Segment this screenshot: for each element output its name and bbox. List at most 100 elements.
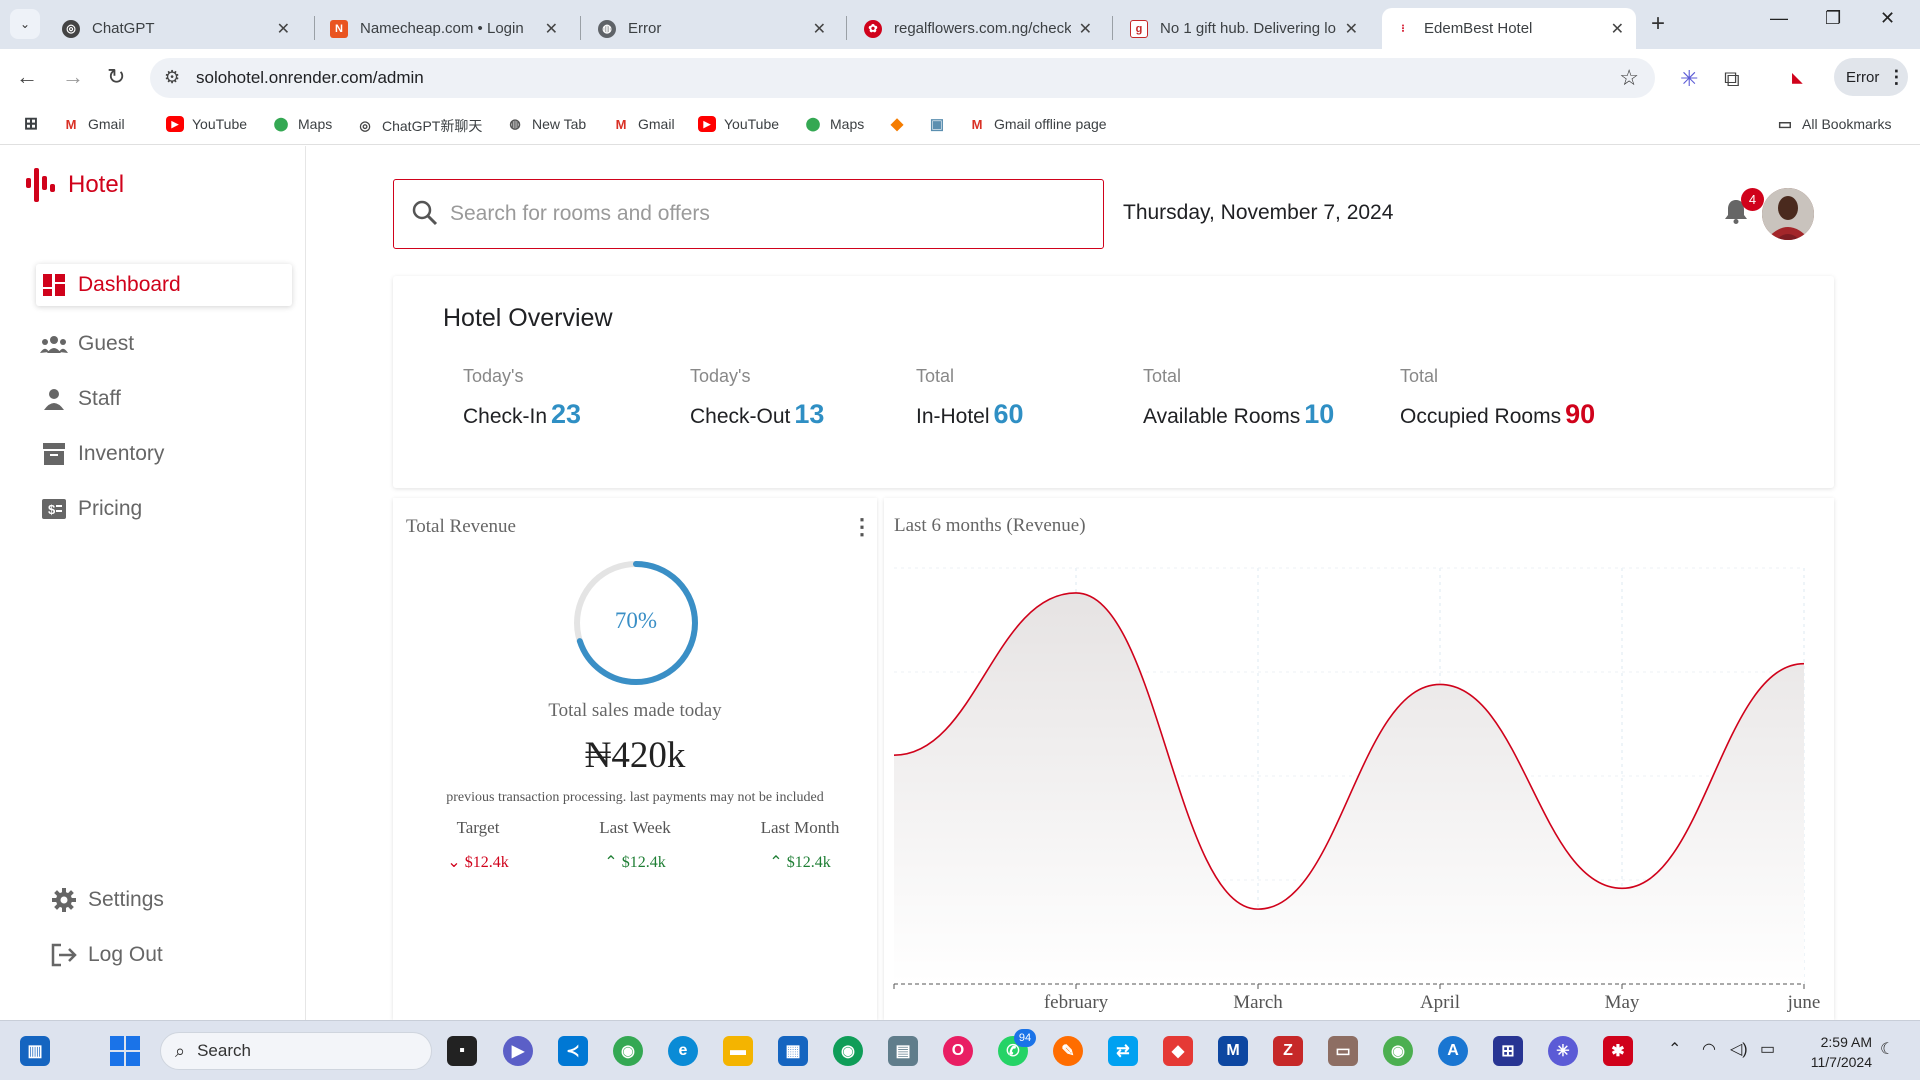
app-icon[interactable]: ▤	[888, 1036, 918, 1066]
edge-icon[interactable]: e	[668, 1036, 698, 1066]
tab-edembest-hotel[interactable]: ⁝ EdemBest Hotel ✕	[1382, 8, 1636, 49]
search-input[interactable]	[450, 196, 1070, 232]
url-text[interactable]: solohotel.onrender.com/admin	[196, 68, 424, 88]
anydesk-icon[interactable]: ◆	[1163, 1036, 1193, 1066]
widgets-icon[interactable]: ▥	[20, 1036, 50, 1066]
new-tab-icon[interactable]: +	[1651, 10, 1665, 38]
bookmark-youtube-2[interactable]: ▶ YouTube	[698, 116, 779, 132]
bookmark-chatgpt[interactable]: ◎ ChatGPT新聊天	[356, 116, 482, 136]
bookmark-gmail-offline[interactable]: M Gmail offline page	[968, 116, 1107, 132]
stat-check-in: Today's Check-In 23	[463, 366, 581, 430]
avatar[interactable]	[1762, 188, 1814, 240]
tray-chevron-up-icon[interactable]: ⌃	[1668, 1039, 1681, 1059]
tab-divider	[580, 16, 581, 40]
remote-desktop-icon[interactable]: ▭	[1328, 1036, 1358, 1066]
kpi-last-week: Last Week ⌃ $12.4k	[570, 818, 700, 872]
vscode-icon[interactable]: ≺	[558, 1036, 588, 1066]
bookmark-gmail[interactable]: M Gmail	[62, 116, 125, 132]
bookmark-maps-2[interactable]: ⬤ Maps	[804, 116, 865, 132]
sales-amount: ₦420k	[584, 735, 686, 776]
tab-namecheap[interactable]: N Namecheap.com • Login ✕	[318, 8, 570, 49]
notifications-icon[interactable]: ☾	[1880, 1039, 1894, 1059]
restore-icon[interactable]: ❐	[1825, 8, 1841, 29]
filezilla-icon[interactable]: Z	[1273, 1036, 1303, 1066]
tab-search-button[interactable]: ⌄	[10, 9, 40, 39]
close-icon[interactable]: ✕	[1611, 19, 1624, 39]
store-icon[interactable]: ▦	[778, 1036, 808, 1066]
app-logo[interactable]: Hotel	[26, 168, 124, 202]
back-arrow-icon[interactable]: ←	[16, 64, 38, 90]
bookmark-image[interactable]: ▣	[928, 116, 954, 133]
search-icon: ⌕	[175, 1040, 186, 1061]
opera-icon[interactable]: O	[943, 1036, 973, 1066]
bookmark-youtube[interactable]: ▶ YouTube	[166, 116, 247, 132]
network-app-icon[interactable]: ⊞	[1493, 1036, 1523, 1066]
nav-guest[interactable]: Guest	[36, 323, 292, 365]
hotel-icon: ⁝	[1394, 19, 1412, 38]
battery-icon[interactable]: ▭	[1760, 1039, 1775, 1059]
close-icon[interactable]: ✕	[813, 19, 826, 39]
regalflowers-icon: ✿	[864, 19, 882, 38]
close-icon[interactable]: ✕	[545, 19, 558, 39]
nav-pricing[interactable]: $ Pricing	[36, 488, 292, 530]
tab-gifthub[interactable]: g No 1 gift hub. Delivering lo ✕	[1118, 8, 1370, 49]
bookmark-star-icon[interactable]: ☆	[1619, 65, 1639, 91]
gmail-icon: M	[65, 116, 77, 132]
logo-icon	[26, 168, 56, 202]
site-settings-icon[interactable]: ⚙	[164, 67, 180, 88]
window-close-icon[interactable]: ✕	[1880, 8, 1895, 29]
tab-title: regalflowers.com.ng/check	[894, 20, 1071, 37]
stat-value: 23	[551, 399, 582, 429]
taskbar-search[interactable]: ⌕ Search	[160, 1032, 432, 1070]
nav-inventory[interactable]: Inventory	[36, 433, 292, 475]
nav-staff[interactable]: Staff	[36, 378, 292, 420]
tab-chatgpt[interactable]: ◎ ChatGPT ✕	[50, 8, 302, 49]
globe-icon: ◍	[598, 19, 616, 38]
hotel-app-icon[interactable]: ✱	[1603, 1036, 1633, 1066]
profile-extension-icon[interactable]: ◣	[1792, 69, 1803, 86]
all-bookmarks[interactable]: ▭ All Bookmarks	[1776, 116, 1892, 133]
extension-app-icon[interactable]: ✳	[1548, 1036, 1578, 1066]
profile-error-button[interactable]: Error ⋮	[1834, 58, 1908, 96]
extensions-puzzle-icon[interactable]: ⧉	[1724, 66, 1740, 92]
bookmark-maps[interactable]: ⬤ Maps	[272, 116, 333, 132]
bookmark-gmail-2[interactable]: M Gmail	[612, 116, 675, 132]
file-explorer-icon[interactable]: ▬	[723, 1036, 753, 1066]
bookmark-box[interactable]: ◆	[888, 116, 914, 133]
close-icon[interactable]: ✕	[277, 19, 290, 39]
chrome-icon[interactable]: ◉	[613, 1036, 643, 1066]
nav-settings[interactable]: Settings	[50, 888, 164, 912]
stat-label: Check-Out	[690, 405, 791, 428]
volume-icon[interactable]: ◁)	[1730, 1039, 1748, 1059]
extension-gear-icon[interactable]: ✳	[1680, 66, 1698, 92]
chrome-profile-icon[interactable]: ◉	[833, 1036, 863, 1066]
apps-grid-icon[interactable]: ⊞	[22, 114, 48, 133]
windows-start-icon[interactable]	[110, 1036, 140, 1066]
taskbar-clock[interactable]: 2:59 AM 11/7/2024	[1796, 1032, 1872, 1072]
bookmark-new-tab[interactable]: ◍ New Tab	[506, 116, 586, 132]
postman-icon[interactable]: ✎	[1053, 1036, 1083, 1066]
gifthub-icon: g	[1130, 19, 1148, 38]
nav-logout[interactable]: Log Out	[50, 943, 163, 967]
tab-error[interactable]: ◍ Error ✕	[586, 8, 838, 49]
bookmark-label: Maps	[298, 116, 333, 132]
translate-icon[interactable]: A	[1438, 1036, 1468, 1066]
close-icon[interactable]: ✕	[1345, 19, 1358, 39]
forward-arrow-icon[interactable]: →	[62, 64, 84, 90]
teamviewer-icon[interactable]: ⇄	[1108, 1036, 1138, 1066]
x-axis-tick-label: March	[1233, 992, 1283, 1013]
omnibox[interactable]: ⚙ solohotel.onrender.com/admin ☆	[150, 58, 1655, 98]
teams-chat-icon[interactable]: ▶	[503, 1036, 533, 1066]
minimize-icon[interactable]: —	[1770, 8, 1788, 29]
malwarebytes-icon[interactable]: M	[1218, 1036, 1248, 1066]
search-box[interactable]	[393, 179, 1104, 249]
svg-text:$: $	[48, 502, 56, 517]
wifi-icon[interactable]: ◠	[1702, 1039, 1716, 1059]
nav-dashboard[interactable]: Dashboard	[36, 264, 292, 306]
chrome-canary-icon[interactable]: ◉	[1383, 1036, 1413, 1066]
close-icon[interactable]: ✕	[1079, 19, 1092, 39]
task-view-icon[interactable]: ▪	[447, 1036, 477, 1066]
reload-icon[interactable]: ↻	[107, 64, 125, 90]
tab-regalflowers[interactable]: ✿ regalflowers.com.ng/check ✕	[852, 8, 1104, 49]
more-vert-icon[interactable]: ⋮	[851, 514, 873, 540]
